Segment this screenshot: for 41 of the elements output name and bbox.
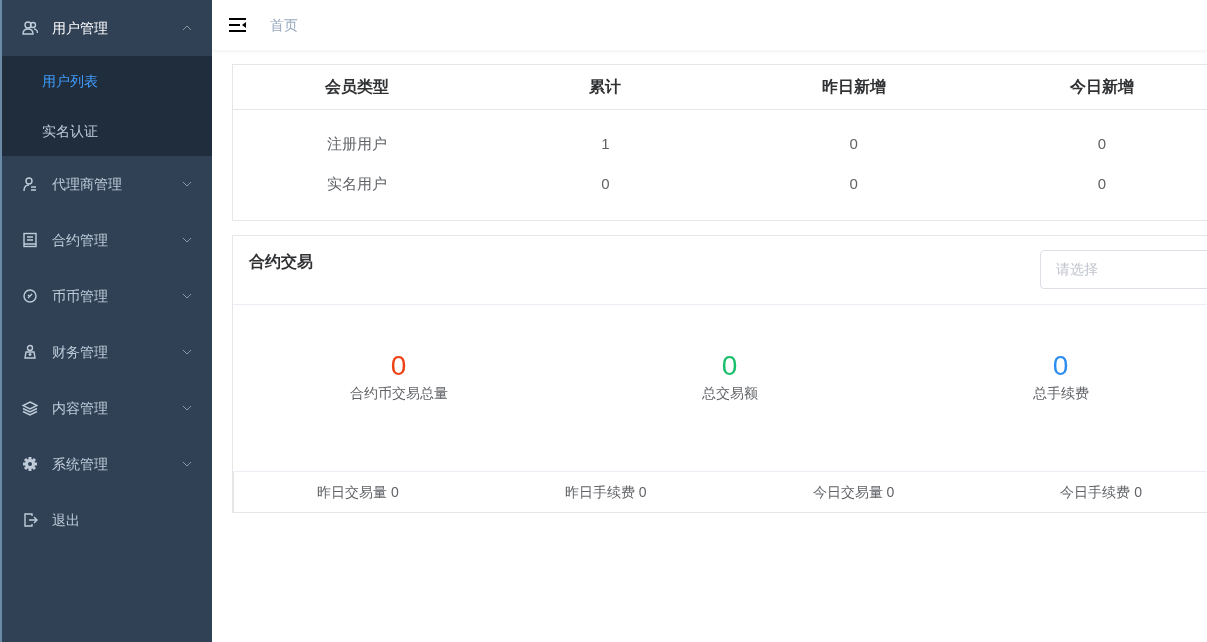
stat-value: 0 [721,349,738,383]
panel-title: 合约交易 [249,252,313,272]
book-icon [22,232,38,248]
sidebar-item[interactable]: 系统管理 [2,436,212,492]
exit-icon [22,512,38,528]
summary-text: 今日手续费 0 [1060,483,1142,500]
table-cell: 0 [849,174,858,192]
user-icon [22,176,38,192]
sidebar-item[interactable]: 内容管理 [2,380,212,436]
table-cell: 0 [1097,174,1107,192]
table-cell: 1 [601,134,610,152]
menu-icon[interactable] [229,18,246,32]
summary-text: 今日交易量 0 [812,483,895,500]
stat-label: 合约币交易总量 [349,383,448,403]
sidebar-item[interactable]: 合约管理 [2,212,212,268]
summary-text: 昨日手续费 0 [564,483,647,500]
sidebar-item[interactable]: 币币管理 [2,268,212,324]
stat-label: 总手续费 [1032,383,1089,403]
submenu-item[interactable]: 用户列表 [2,56,212,106]
sidebar-item[interactable]: 退出 [2,492,212,548]
stat-value: 0 [390,349,407,383]
submenu-item[interactable]: 实名认证 [2,106,212,156]
table-cell: 0 [601,174,610,192]
table-cell: 实名用户 [327,174,388,192]
layers-icon [22,400,38,416]
summary-text: 昨日交易量 0 [317,483,399,500]
column-header: 今日新增 [1069,78,1134,95]
stat-label: 总交易额 [701,383,758,403]
table-cell: 注册用户 [327,134,388,152]
column-header: 昨日新增 [821,78,886,95]
table-cell: 0 [1097,134,1107,152]
sidebar-item[interactable]: 代理商管理 [2,156,212,212]
sidebar-item[interactable]: 财务管理 [2,324,212,380]
sidebar-item[interactable]: 用户管理 [2,0,212,56]
column-header: 累计 [589,78,622,95]
stat-value: 0 [1052,349,1069,383]
column-header: 会员类型 [325,78,390,95]
table-cell: 0 [849,134,858,152]
users-icon [22,20,38,36]
settings-icon [22,456,38,472]
coin-icon [22,288,38,304]
